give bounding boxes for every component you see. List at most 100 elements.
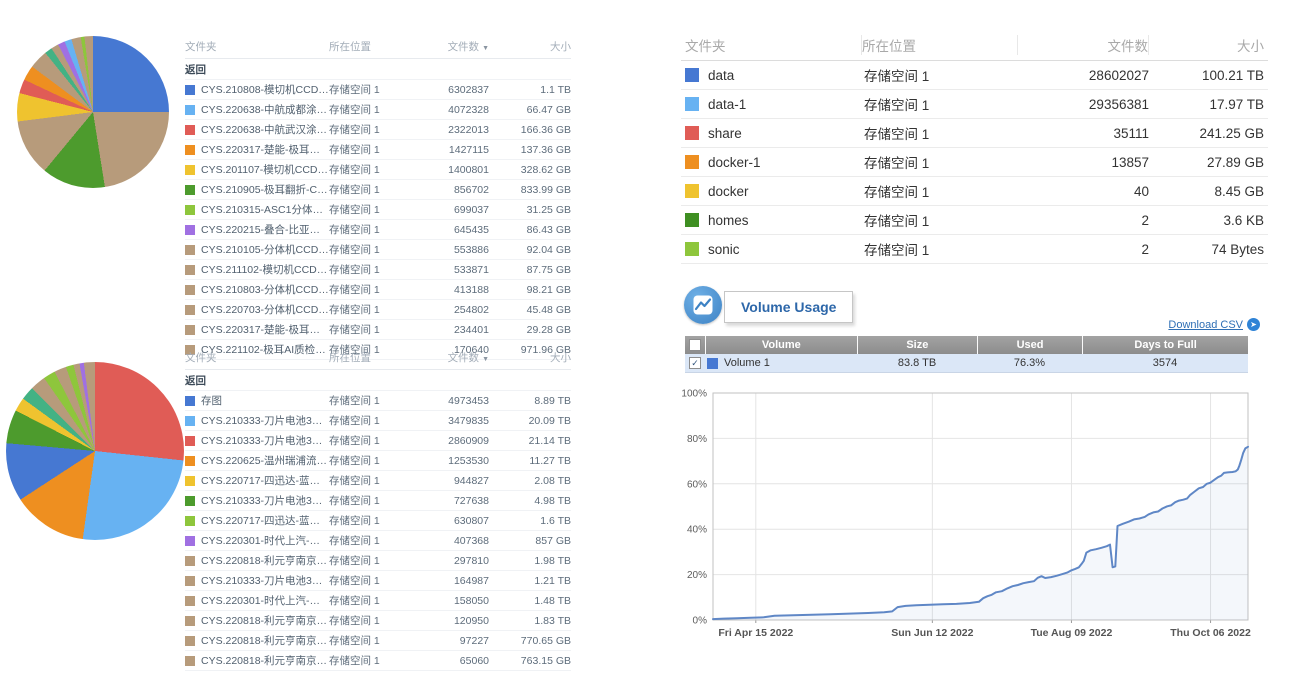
- folder-row[interactable]: CYS.210315-ASC1分体机CCD-ATL分条机存储空间 1699037…: [185, 200, 571, 220]
- column-header-size[interactable]: 大小: [489, 39, 571, 54]
- folder-location: 存储空间 1: [329, 573, 417, 588]
- column-header-location[interactable]: 所在位置: [329, 39, 417, 54]
- folder-file-count: 1427115: [417, 144, 489, 156]
- folder-row[interactable]: CYS.220301-时代上汽-密封钉检测-3D存储空间 1407368857 …: [185, 531, 571, 551]
- column-header-folder[interactable]: 文件夹: [681, 35, 862, 55]
- column-header-files[interactable]: 文件数: [1018, 35, 1149, 55]
- column-header-volume[interactable]: Volume: [706, 336, 858, 354]
- folder-row[interactable]: CYS.220818-利元亨南京国轩整线-顶盖焊-2D存储空间 11209501…: [185, 611, 571, 631]
- folder-location: 存储空间 1: [329, 222, 417, 237]
- folder-size: 328.62 GB: [489, 164, 571, 176]
- y-axis-tick-label: 100%: [681, 389, 707, 400]
- folder-name: CYS.220317-楚能-极耳法兰叠一体机-定位: [201, 322, 329, 337]
- folder-size: 29.28 GB: [489, 324, 571, 336]
- legend-color-icon: [185, 396, 195, 406]
- legend-color-icon: [185, 476, 195, 486]
- folder-row[interactable]: CYS.220638-中航武汉涂布机存储空间 12322013166.36 GB: [185, 120, 571, 140]
- folder-row[interactable]: CYS.210333-刀片电池3D焊检测-宁乡存储空间 1286090921.1…: [185, 431, 571, 451]
- folder-row[interactable]: CYS.220317-楚能-极耳法兰叠一体机-缺陷检测存储空间 11427115…: [185, 140, 571, 160]
- folder-row[interactable]: CYS.210808-模切机CCD-苏州力神存储空间 163028371.1 T…: [185, 80, 571, 100]
- folder-size: 8.89 TB: [489, 395, 571, 407]
- legend-color-icon: [185, 245, 195, 255]
- column-header-days-to-full[interactable]: Days to Full: [1083, 336, 1248, 354]
- folder-table-top: 文件夹所在位置文件数▼大小返回CYS.210808-模切机CCD-苏州力神存储空…: [185, 34, 571, 360]
- y-axis-tick-label: 80%: [687, 434, 707, 445]
- folder-row[interactable]: CYS.210333-刀片电池3D焊检测-无为-2期存储空间 134798352…: [185, 411, 571, 431]
- back-link[interactable]: 返回: [185, 370, 571, 391]
- folder-row[interactable]: CYS.220717-四迅达-蓝牙耳机检测-3D存储空间 19448272.08…: [185, 471, 571, 491]
- volume-usage-table: VolumeSizeUsedDays to Full✓Volume 183.8 …: [685, 336, 1248, 373]
- legend-color-icon: [185, 596, 195, 606]
- folder-row[interactable]: docker存储空间 1408.45 GB: [681, 177, 1268, 206]
- x-axis-tick-label: Sun Jun 12 2022: [891, 627, 973, 639]
- legend-color-icon: [685, 184, 699, 198]
- folder-name-cell: homes: [681, 213, 864, 228]
- volume-row[interactable]: ✓Volume 183.8 TB76.3%3574: [685, 354, 1248, 373]
- column-header-location[interactable]: 所在位置: [329, 350, 417, 365]
- folder-row[interactable]: CYS.220818-利元亨南京国轩整线-顶盖焊-3D存储空间 12978101…: [185, 551, 571, 571]
- folder-size: 8.45 GB: [1149, 184, 1268, 199]
- column-header-size[interactable]: Size: [858, 336, 978, 354]
- folder-location: 存储空间 1: [329, 453, 417, 468]
- column-header-folder[interactable]: 文件夹: [185, 39, 329, 54]
- folder-row[interactable]: CYS.220818-利元亨南京国轩整线-底板激光焊接-…存储空间 197227…: [185, 631, 571, 651]
- folder-file-count: 630807: [417, 515, 489, 527]
- row-checkbox[interactable]: ✓: [689, 357, 701, 369]
- volume-usage-icon: [684, 286, 722, 324]
- folder-row[interactable]: data存储空间 128602027100.21 TB: [681, 61, 1268, 90]
- folder-name: CYS.220818-利元亨南京国轩整线-底板激光焊接-…: [201, 633, 329, 648]
- folder-row[interactable]: CYS.210105-分体机CCD-浙江衡远（兰溪）存储空间 155388692…: [185, 240, 571, 260]
- folder-row[interactable]: CYS.211102-模切机CCD-瑞浦模切存储空间 153387187.75 …: [185, 260, 571, 280]
- folder-name-cell: CYS.210808-模切机CCD-苏州力神: [185, 82, 329, 97]
- column-header-size[interactable]: 大小: [489, 350, 571, 365]
- folder-location: 存储空间 1: [329, 533, 417, 548]
- column-header-files[interactable]: 文件数▼: [417, 350, 489, 365]
- folder-file-count: 3479835: [417, 415, 489, 427]
- folder-name: CYS.210315-ASC1分体机CCD-ATL分条机: [201, 202, 329, 217]
- folder-row[interactable]: CYS.220638-中航成都涂布机存储空间 1407232866.47 GB: [185, 100, 571, 120]
- folder-row[interactable]: homes存储空间 123.6 KB: [681, 206, 1268, 235]
- legend-color-icon: [185, 165, 195, 175]
- folder-name-cell: CYS.210803-分体机CCD-惠州赢合: [185, 282, 329, 297]
- folder-row[interactable]: CYS.210333-刀片电池3D焊检测-坪山存储空间 17276384.98 …: [185, 491, 571, 511]
- folder-row[interactable]: CYS.210905-极耳翻折-CATL存储空间 1856702833.99 G…: [185, 180, 571, 200]
- shared-folder-table: 文件夹所在位置文件数大小data存储空间 128602027100.21 TBd…: [681, 30, 1268, 264]
- download-csv-link[interactable]: Download CSV: [1168, 319, 1243, 331]
- folder-size: 21.14 TB: [489, 435, 571, 447]
- folder-table-header: 文件夹所在位置文件数▼大小: [185, 345, 571, 370]
- folder-row[interactable]: CYS.220717-四迅达-蓝牙耳机检测-2D存储空间 16308071.6 …: [185, 511, 571, 531]
- column-header-location[interactable]: 所在位置: [862, 35, 1018, 55]
- download-csv-arrow-icon[interactable]: ➤: [1247, 318, 1260, 331]
- folder-row[interactable]: CYS.210803-分体机CCD-惠州赢合存储空间 141318898.21 …: [185, 280, 571, 300]
- volume-used: 76.3%: [977, 354, 1082, 372]
- folder-row[interactable]: CYS.220703-分体机CCD+AI-惠州德威存储空间 125480245.…: [185, 300, 571, 320]
- column-header-files[interactable]: 文件数▼: [417, 39, 489, 54]
- folder-row[interactable]: CYS.220301-时代上汽-密封钉检测-2D存储空间 11580501.48…: [185, 591, 571, 611]
- folder-name: CYS.220301-时代上汽-密封钉检测-2D: [201, 593, 329, 608]
- folder-row[interactable]: 存图存储空间 149734538.89 TB: [185, 391, 571, 411]
- folder-row[interactable]: CYS.220625-温州瑞浦流道焊检测存储空间 1125353011.27 T…: [185, 451, 571, 471]
- folder-name: CYS.220717-四迅达-蓝牙耳机检测-3D: [201, 473, 329, 488]
- column-header-used[interactable]: Used: [978, 336, 1083, 354]
- column-header-folder[interactable]: 文件夹: [185, 350, 329, 365]
- folder-row[interactable]: CYS.220317-楚能-极耳法兰叠一体机-定位存储空间 123440129.…: [185, 320, 571, 340]
- folder-size: 87.75 GB: [489, 264, 571, 276]
- folder-row[interactable]: sonic存储空间 1274 Bytes: [681, 235, 1268, 264]
- folder-row[interactable]: CYS.220818-利元亨南京国轩整线-密封钉存储空间 165060763.1…: [185, 651, 571, 671]
- legend-color-icon: [185, 496, 195, 506]
- column-header-size[interactable]: 大小: [1149, 35, 1268, 55]
- folder-name: CYS.210905-极耳翻折-CATL: [201, 182, 329, 197]
- folder-row[interactable]: data-1存储空间 12935638117.97 TB: [681, 90, 1268, 119]
- folder-row[interactable]: CYS.201107-模切机CCD-南通CATL存储空间 11400801328…: [185, 160, 571, 180]
- folder-row[interactable]: docker-1存储空间 11385727.89 GB: [681, 148, 1268, 177]
- folder-location: 存储空间 1: [329, 302, 417, 317]
- folder-file-count: 1400801: [417, 164, 489, 176]
- folder-location: 存储空间 1: [329, 122, 417, 137]
- legend-color-icon: [707, 358, 718, 369]
- back-link[interactable]: 返回: [185, 59, 571, 80]
- folder-row[interactable]: CYS.220215-叠合-比亚迪分条机存储空间 164543586.43 GB: [185, 220, 571, 240]
- folder-row[interactable]: share存储空间 135111241.25 GB: [681, 119, 1268, 148]
- select-all-checkbox[interactable]: [689, 339, 701, 351]
- folder-name-cell: docker-1: [681, 155, 864, 170]
- folder-row[interactable]: CYS.210333-刀片电池3D焊检测-重庆存储空间 11649871.21 …: [185, 571, 571, 591]
